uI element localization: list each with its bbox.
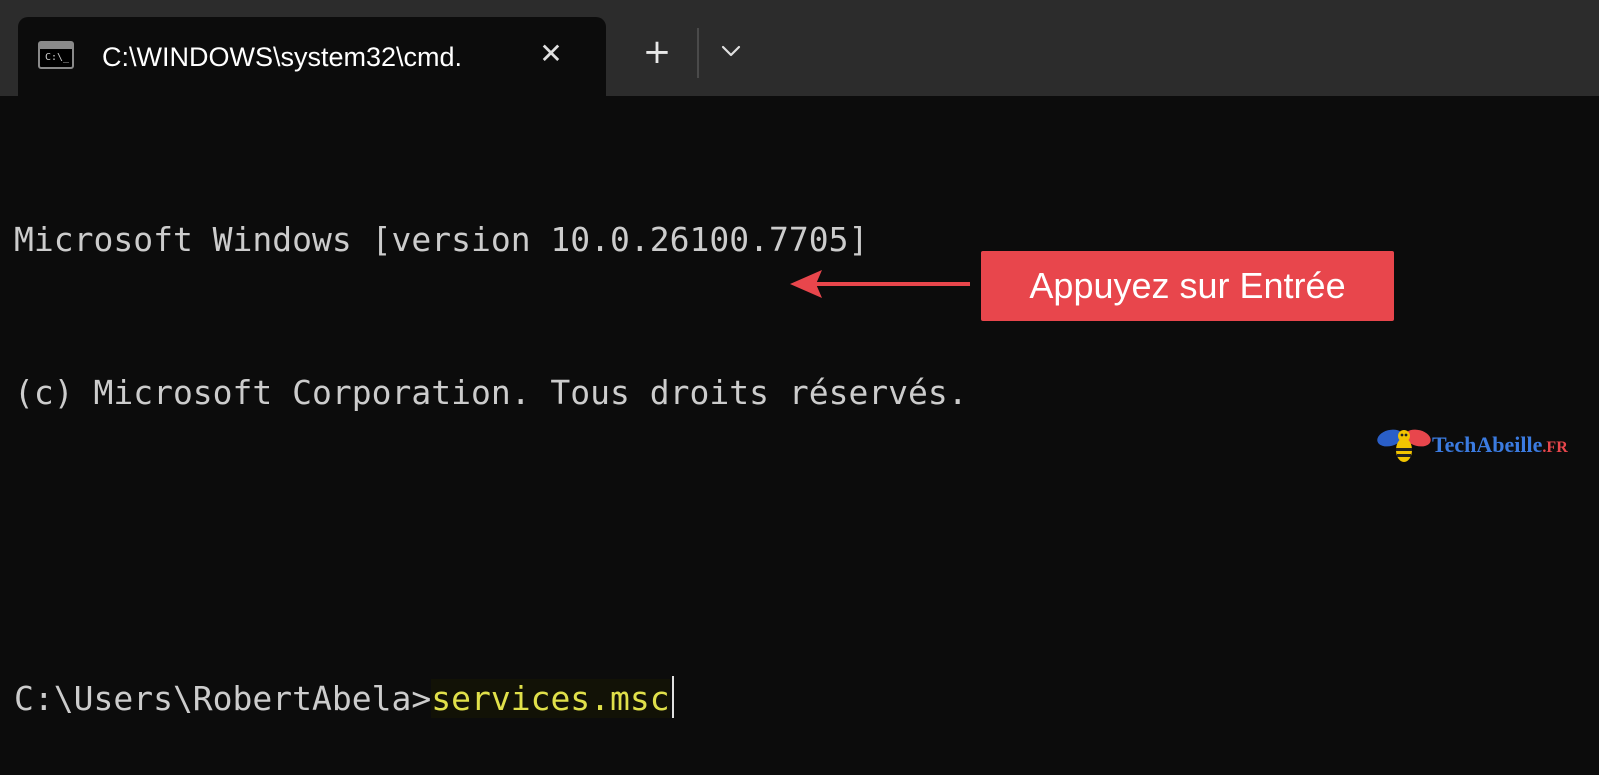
text-cursor: [671, 676, 674, 718]
tab-divider: [697, 28, 699, 78]
chevron-down-icon: [721, 45, 741, 57]
watermark-suffix: .FR: [1542, 439, 1568, 456]
annotation-arrow-icon: [790, 270, 970, 298]
terminal-output[interactable]: Microsoft Windows [version 10.0.26100.77…: [14, 112, 968, 775]
watermark-logo: TechAbeille.FR: [1376, 424, 1586, 468]
tab-cmd[interactable]: C:\_ C:\WINDOWS\system32\cmd. ✕: [18, 17, 606, 96]
bee-icon: [1377, 429, 1431, 462]
watermark-brand: TechAbeille: [1432, 432, 1543, 457]
annotation-callout: Appuyez sur Entrée: [981, 251, 1394, 321]
prompt-path: C:\Users\RobertAbela>: [14, 679, 432, 718]
terminal-line: Microsoft Windows [version 10.0.26100.77…: [14, 220, 869, 259]
terminal-line: (c) Microsoft Corporation. Tous droits r…: [14, 373, 968, 412]
new-tab-button[interactable]: +: [640, 35, 674, 69]
title-bar: C:\_ C:\WINDOWS\system32\cmd. ✕ +: [0, 0, 1599, 96]
close-tab-button[interactable]: ✕: [536, 39, 566, 69]
dropdown-button[interactable]: [716, 36, 746, 66]
command-prompt-icon: C:\_: [38, 41, 74, 69]
tab-title: C:\WINDOWS\system32\cmd.: [102, 42, 463, 72]
watermark-text: TechAbeille.FR: [1432, 432, 1568, 461]
typed-command[interactable]: services.msc: [431, 679, 670, 718]
prompt-line[interactable]: C:\Users\RobertAbela>services.msc: [14, 673, 968, 724]
